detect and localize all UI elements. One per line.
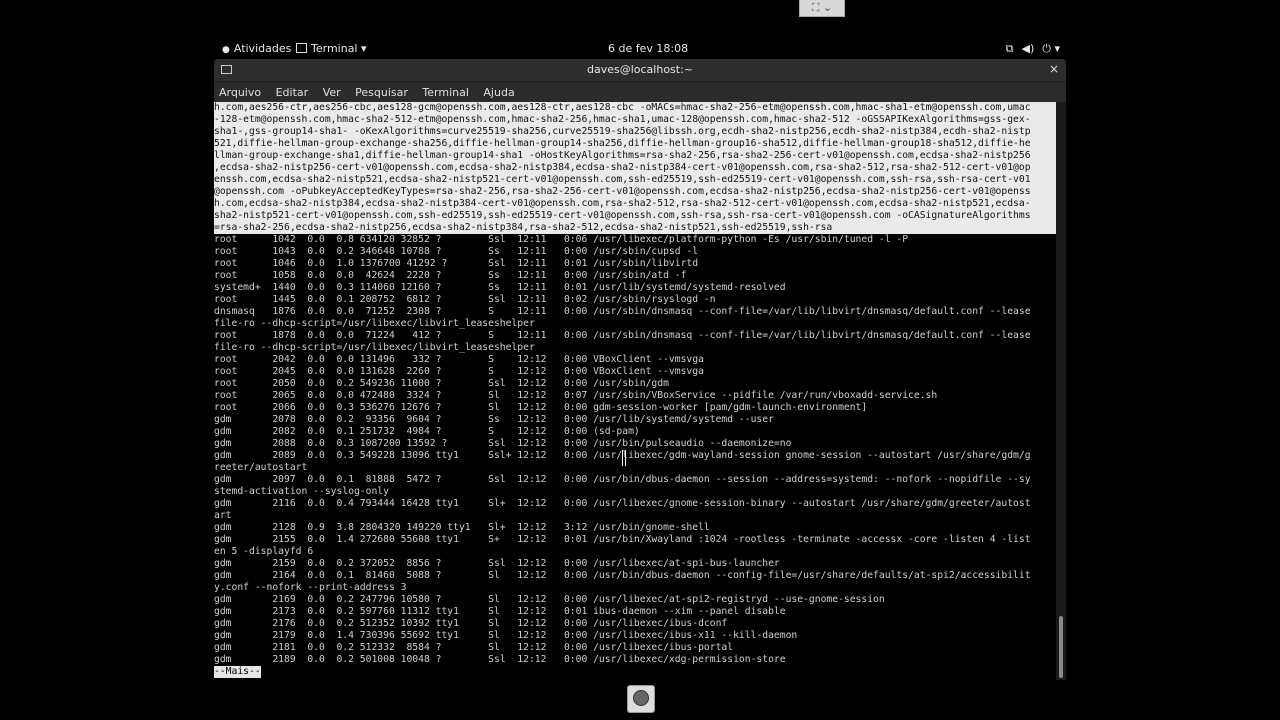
process-line: root 1042 0.0 0.8 634120 32852 ? Ssl 12:… <box>214 234 909 245</box>
screen-overlay-control[interactable]: ⛶ ⌄ <box>799 0 845 17</box>
app-menu-label: Terminal ▾ <box>311 42 367 55</box>
volume-icon: ◀) <box>1021 42 1035 55</box>
menu-ver[interactable]: Ver <box>323 82 341 99</box>
gnome-top-bar: ● Atividades Terminal ▾ 6 de fev 18:08 ⧉ ◀… <box>214 39 1066 59</box>
process-line: gdm 2179 0.0 1.4 730396 55692 tty1 Sl 12… <box>214 630 798 641</box>
highlighted-line: 521,diffie-hellman-group-exchange-sha256… <box>214 138 1056 150</box>
close-button[interactable]: × <box>1049 62 1059 76</box>
process-line: root 1058 0.0 0.0 42624 2220 ? Ss 12:11 … <box>214 270 687 281</box>
activities-icon: ● <box>222 45 230 55</box>
activities-label: Atividades <box>233 42 292 55</box>
system-menu[interactable]: ⧉ ◀) ⏻ ▾ <box>998 42 1060 56</box>
process-line: y.conf --nofork --print-address 3 <box>214 582 407 593</box>
process-line: root 2065 0.0 0.0 472480 3324 ? Sl 12:12… <box>214 390 938 401</box>
terminal-output[interactable]: h.com,aes256-ctr,aes256-cbc,aes128-gcm@o… <box>214 102 1056 680</box>
process-line: stemd-activation --syslog-only <box>214 486 389 497</box>
window-titlebar[interactable]: daves@localhost:~ × <box>214 59 1066 82</box>
process-line: dnsmasq 1876 0.0 0.0 71252 2308 ? S 12:1… <box>214 306 1031 317</box>
process-line: root 1445 0.0 0.1 208752 6812 ? Ssl 12:1… <box>214 294 716 305</box>
highlighted-line: -128-etm@openssh.com,hmac-sha2-512-etm@o… <box>214 114 1056 126</box>
clock[interactable]: 6 de fev 18:08 <box>608 42 688 55</box>
process-line: gdm 2181 0.0 0.2 512332 8584 ? Sl 12:12 … <box>214 642 734 653</box>
process-line: file-ro --dhcp-script=/usr/libexec/libvi… <box>214 318 535 329</box>
process-line: gdm 2155 0.0 1.4 272680 55608 tty1 S+ 12… <box>214 534 1031 545</box>
process-line: gdm 2189 0.0 0.2 501008 10048 ? Ssl 12:1… <box>214 654 786 665</box>
highlighted-line: sha1-,gss-group14-sha1- -oKexAlgorithms=… <box>214 126 1056 138</box>
process-line: gdm 2128 0.9 3.8 2804320 149220 tty1 Sl+… <box>214 522 710 533</box>
highlighted-line: llman-group-exchange-sha1,diffie-hellman… <box>214 150 1056 162</box>
text-cursor-icon <box>622 450 626 466</box>
process-line: root 1878 0.0 0.0 71224 412 ? S 12:11 0:… <box>214 330 1031 341</box>
process-line: root 2050 0.0 0.2 549236 11000 ? Ssl 12:… <box>214 378 669 389</box>
more-prompt[interactable]: --Mais-- <box>214 666 261 678</box>
process-line: systemd+ 1440 0.0 0.3 114060 12160 ? Ss … <box>214 282 786 293</box>
process-line: root 1046 0.0 1.0 1376700 41292 ? Ssl 12… <box>214 258 699 269</box>
menu-terminal[interactable]: Terminal <box>422 82 469 99</box>
more-prompt-line: --Mais-- <box>214 666 1056 678</box>
highlighted-line: sha2-nistp521-cert-v01@openssh.com,ssh-e… <box>214 210 1056 222</box>
process-line: gdm 2176 0.0 0.2 512352 10392 tty1 Sl 12… <box>214 618 728 629</box>
menu-ajuda[interactable]: Ajuda <box>483 82 514 99</box>
network-icon: ⧉ <box>1005 42 1014 55</box>
terminal-window: daves@localhost:~ × Arquivo Editar Ver P… <box>214 59 1066 680</box>
menu-bar: Arquivo Editar Ver Pesquisar Terminal Aj… <box>214 82 1066 102</box>
process-line: gdm 2088 0.0 0.3 1087200 13592 ? Ssl 12:… <box>214 438 792 449</box>
highlighted-line: ,ecdsa-sha2-nistp256-cert-v01@openssh.co… <box>214 162 1056 174</box>
process-line: gdm 2116 0.0 0.4 793444 16428 tty1 Sl+ 1… <box>214 498 1031 509</box>
overlay-label: ⛶ ⌄ <box>811 1 833 14</box>
process-line: file-ro --dhcp-script=/usr/libexec/libvi… <box>214 342 535 353</box>
process-line: gdm 2169 0.0 0.2 247796 10580 ? Sl 12:12… <box>214 594 885 605</box>
process-line: art <box>214 510 232 521</box>
process-line: gdm 2159 0.0 0.2 372052 8856 ? Ssl 12:12… <box>214 558 780 569</box>
process-line: root 1043 0.0 0.2 346648 10788 ? Ss 12:1… <box>214 246 699 257</box>
highlighted-line: h.com,ecdsa-sha2-nistp384,ecdsa-sha2-nis… <box>214 198 1056 210</box>
highlighted-line: enssh.com,ecdsa-sha2-nistp521,ecdsa-sha2… <box>214 174 1056 186</box>
activities-button[interactable]: ● Atividades <box>222 42 291 55</box>
process-line: root 2042 0.0 0.0 131496 332 ? S 12:12 0… <box>214 354 704 365</box>
scrollbar-thumb[interactable] <box>1059 616 1063 678</box>
process-line: gdm 2164 0.0 0.1 81460 5088 ? Sl 12:12 0… <box>214 570 1031 581</box>
menu-arquivo[interactable]: Arquivo <box>219 82 261 99</box>
process-line: reeter/autostart <box>214 462 308 473</box>
app-menu-terminal[interactable]: Terminal ▾ <box>296 42 367 55</box>
process-line: en 5 -displayfd 6 <box>214 546 314 557</box>
power-icon: ⏻ ▾ <box>1042 42 1060 55</box>
process-line: root 2066 0.0 0.3 536276 12676 ? Sl 12:1… <box>214 402 868 413</box>
terminal-icon <box>296 43 307 53</box>
highlighted-line: h.com,aes256-ctr,aes256-cbc,aes128-gcm@o… <box>214 102 1056 114</box>
process-line: gdm 2078 0.0 0.2 93356 9604 ? Ss 12:12 0… <box>214 414 774 425</box>
dock-app-icon[interactable] <box>627 685 655 713</box>
highlighted-line: @openssh.com -oPubkeyAcceptedKeyTypes=rs… <box>214 186 1056 198</box>
process-line: root 2045 0.0 0.0 131628 2260 ? S 12:12 … <box>214 366 704 377</box>
process-line: gdm 2089 0.0 0.3 549228 13096 tty1 Ssl+ … <box>214 450 1031 461</box>
scrollbar[interactable] <box>1056 102 1066 680</box>
disc-icon <box>633 690 649 706</box>
menu-pesquisar[interactable]: Pesquisar <box>355 82 408 99</box>
process-line: gdm 2097 0.0 0.1 81888 5472 ? Ssl 12:12 … <box>214 474 1031 485</box>
process-line: gdm 2082 0.0 0.1 251732 4984 ? S 12:12 0… <box>214 426 640 437</box>
menu-editar[interactable]: Editar <box>276 82 309 99</box>
highlighted-line: =rsa-sha2-256,ecdsa-sha2-nistp256,ecdsa-… <box>214 222 1056 234</box>
window-title: daves@localhost:~ <box>586 63 694 76</box>
process-line: gdm 2173 0.0 0.2 597760 11312 tty1 Sl 12… <box>214 606 786 617</box>
